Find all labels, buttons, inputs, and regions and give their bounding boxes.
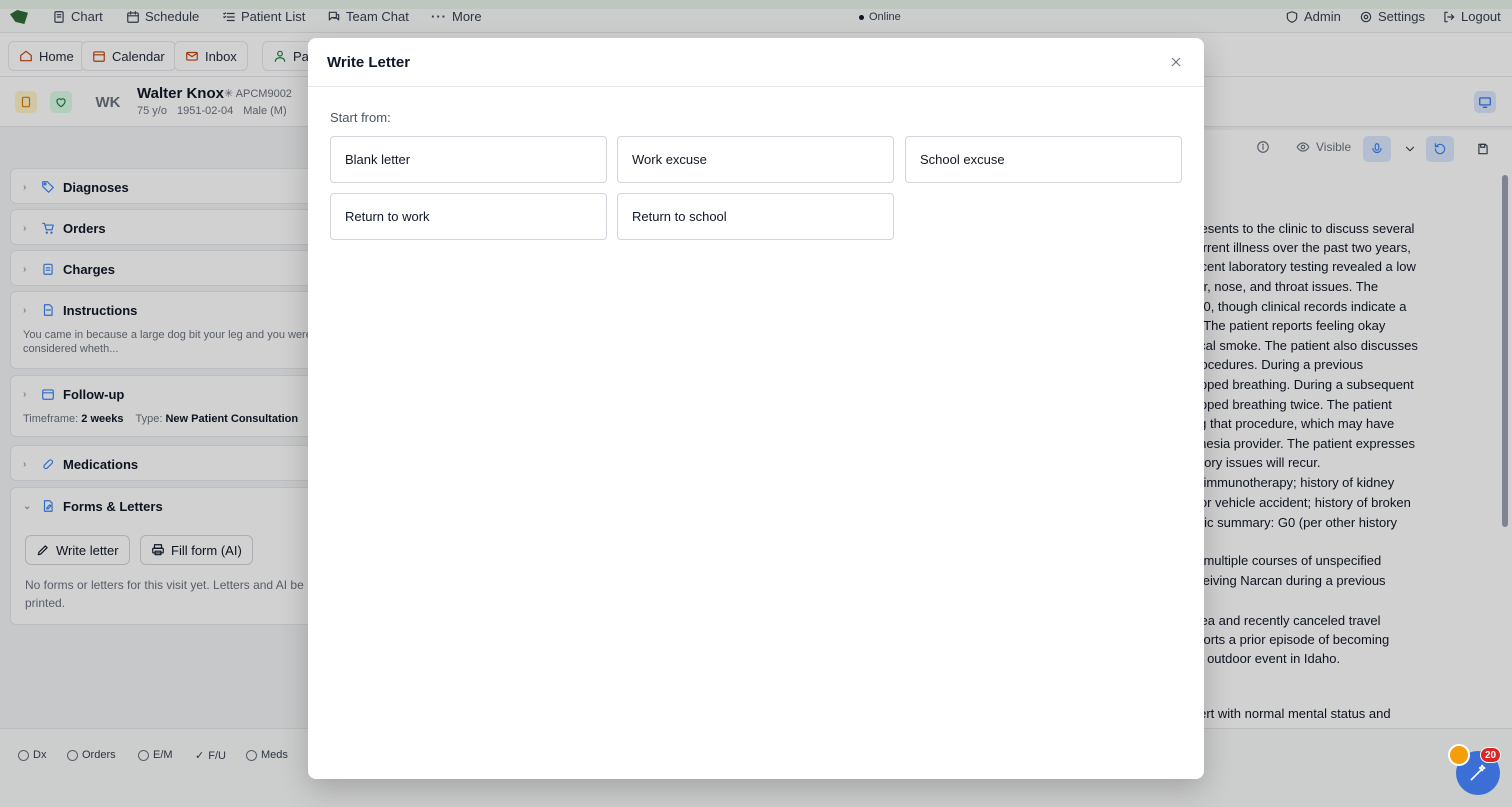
template-blank-letter-label: Blank letter (345, 152, 411, 167)
close-icon (1168, 57, 1184, 73)
template-school-excuse-label: School excuse (920, 152, 1005, 167)
magic-wand-icon (1468, 763, 1488, 783)
template-school-excuse[interactable]: School excuse (905, 136, 1182, 183)
write-letter-modal: Write Letter Start from: Blank letter Wo… (308, 38, 1204, 779)
template-blank-letter[interactable]: Blank letter (330, 136, 607, 183)
template-return-to-school[interactable]: Return to school (617, 193, 894, 240)
notification-badge: 20 (1480, 747, 1502, 763)
bell-icon[interactable] (1448, 744, 1470, 766)
template-return-to-work-label: Return to work (345, 209, 430, 224)
modal-header: Write Letter (308, 38, 1204, 87)
start-from-label: Start from: (330, 110, 391, 125)
template-work-excuse[interactable]: Work excuse (617, 136, 894, 183)
template-return-to-work[interactable]: Return to work (330, 193, 607, 240)
template-work-excuse-label: Work excuse (632, 152, 707, 167)
template-return-to-school-label: Return to school (632, 209, 727, 224)
modal-title: Write Letter (327, 53, 411, 71)
close-button[interactable] (1168, 54, 1184, 70)
